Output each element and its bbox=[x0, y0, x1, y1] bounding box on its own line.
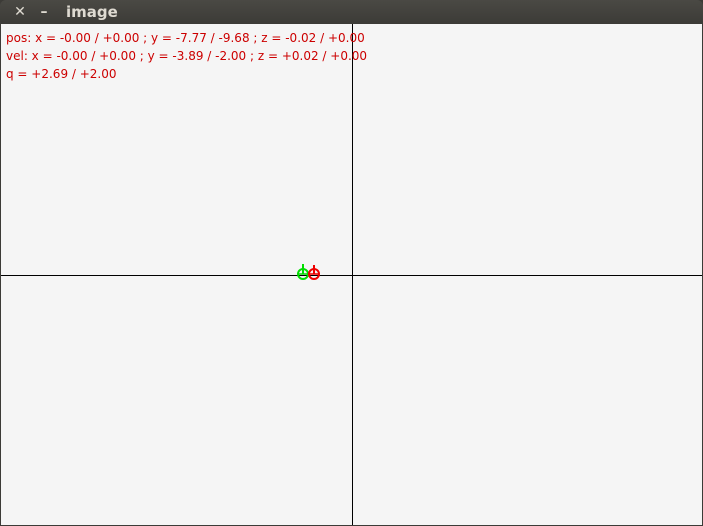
velocity-readout: vel: x = -0.00 / +0.00 ; y = -3.89 / -2.… bbox=[6, 49, 368, 63]
window-title: image bbox=[66, 3, 118, 21]
position-readout: pos: x = -0.00 / +0.00 ; y = -7.77 / -9.… bbox=[6, 31, 365, 45]
image-window: ✕ – image pos: x = -0.00 / +0.00 ; y = -… bbox=[0, 0, 703, 526]
canvas-drawing bbox=[1, 24, 702, 525]
q-readout: q = +2.69 / +2.00 bbox=[6, 67, 117, 81]
minimize-icon[interactable]: – bbox=[35, 3, 53, 21]
close-icon[interactable]: ✕ bbox=[11, 3, 29, 21]
estimate-marker bbox=[297, 264, 309, 280]
image-canvas: pos: x = -0.00 / +0.00 ; y = -7.77 / -9.… bbox=[1, 24, 702, 525]
window-titlebar[interactable]: ✕ – image bbox=[0, 0, 703, 24]
target-marker bbox=[308, 265, 320, 280]
